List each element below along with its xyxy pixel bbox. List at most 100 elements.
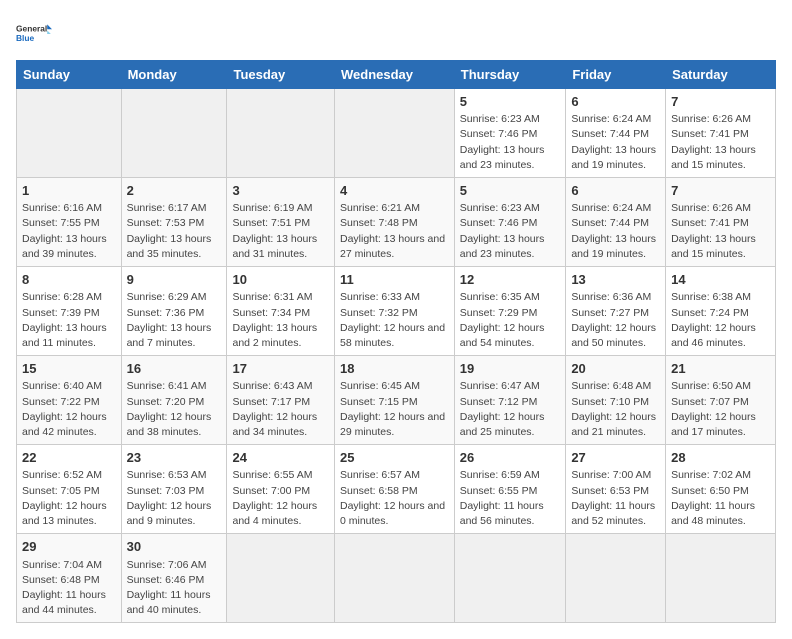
empty-cell [334,534,454,623]
calendar-cell-day-1: 1Sunrise: 6:16 AMSunset: 7:55 PMDaylight… [17,178,122,267]
cell-info: Sunrise: 6:26 AMSunset: 7:41 PMDaylight:… [671,112,770,173]
calendar-cell-day-3: 3Sunrise: 6:19 AMSunset: 7:51 PMDaylight… [227,178,335,267]
day-number: 5 [460,182,561,200]
cell-info: Sunrise: 6:55 AMSunset: 7:00 PMDaylight:… [232,468,329,529]
day-number: 2 [127,182,222,200]
day-number: 6 [571,182,660,200]
day-number: 9 [127,271,222,289]
cell-info: Sunrise: 6:57 AMSunset: 6:58 PMDaylight:… [340,468,449,529]
logo: General Blue [16,16,52,52]
day-number: 16 [127,360,222,378]
cell-info: Sunrise: 6:47 AMSunset: 7:12 PMDaylight:… [460,379,561,440]
empty-cell [334,89,454,178]
calendar-cell-day-26: 26Sunrise: 6:59 AMSunset: 6:55 PMDayligh… [454,445,566,534]
calendar-cell-day-16: 16Sunrise: 6:41 AMSunset: 7:20 PMDayligh… [121,356,227,445]
day-number: 21 [671,360,770,378]
calendar-cell-day-9: 9Sunrise: 6:29 AMSunset: 7:36 PMDaylight… [121,267,227,356]
calendar-cell-day-21: 21Sunrise: 6:50 AMSunset: 7:07 PMDayligh… [666,356,776,445]
cell-info: Sunrise: 6:23 AMSunset: 7:46 PMDaylight:… [460,112,561,173]
cell-info: Sunrise: 6:35 AMSunset: 7:29 PMDaylight:… [460,290,561,351]
cell-info: Sunrise: 6:26 AMSunset: 7:41 PMDaylight:… [671,201,770,262]
col-header-wednesday: Wednesday [334,61,454,89]
cell-info: Sunrise: 6:24 AMSunset: 7:44 PMDaylight:… [571,112,660,173]
cell-info: Sunrise: 6:19 AMSunset: 7:51 PMDaylight:… [232,201,329,262]
calendar-cell-day-30: 30 Sunrise: 7:06 AMSunset: 6:46 PMDayligh… [121,534,227,623]
cell-info: Sunrise: 7:06 AMSunset: 6:46 PMDaylight:… [127,558,222,619]
empty-cell [666,534,776,623]
header: General Blue [16,16,776,52]
day-number: 20 [571,360,660,378]
cell-info: Sunrise: 6:43 AMSunset: 7:17 PMDaylight:… [232,379,329,440]
calendar-cell-day-29: 29Sunrise: 7:04 AMSunset: 6:48 PMDayligh… [17,534,122,623]
day-number: 6 [571,93,660,111]
calendar-cell-day-25: 25Sunrise: 6:57 AMSunset: 6:58 PMDayligh… [334,445,454,534]
calendar-cell-day-4: 4Sunrise: 6:21 AMSunset: 7:48 PMDaylight… [334,178,454,267]
calendar-cell-day-15: 15Sunrise: 6:40 AMSunset: 7:22 PMDayligh… [17,356,122,445]
cell-info: Sunrise: 6:17 AMSunset: 7:53 PMDaylight:… [127,201,222,262]
calendar-cell-day-2: 2Sunrise: 6:17 AMSunset: 7:53 PMDaylight… [121,178,227,267]
cell-info: Sunrise: 6:33 AMSunset: 7:32 PMDaylight:… [340,290,449,351]
col-header-sunday: Sunday [17,61,122,89]
cell-info: Sunrise: 6:45 AMSunset: 7:15 PMDaylight:… [340,379,449,440]
day-number: 18 [340,360,449,378]
svg-text:Blue: Blue [16,33,35,43]
empty-cell [227,89,335,178]
cell-info: Sunrise: 6:59 AMSunset: 6:55 PMDaylight:… [460,468,561,529]
cell-info: Sunrise: 6:36 AMSunset: 7:27 PMDaylight:… [571,290,660,351]
calendar-header-row: SundayMondayTuesdayWednesdayThursdayFrid… [17,61,776,89]
cell-info: Sunrise: 6:52 AMSunset: 7:05 PMDaylight:… [22,468,116,529]
calendar-cell-day-6: 6Sunrise: 6:24 AMSunset: 7:44 PMDaylight… [566,89,666,178]
col-header-monday: Monday [121,61,227,89]
day-number: 25 [340,449,449,467]
day-number: 26 [460,449,561,467]
calendar-week-6: 29Sunrise: 7:04 AMSunset: 6:48 PMDayligh… [17,534,776,623]
calendar-cell-day-5: 5Sunrise: 6:23 AMSunset: 7:46 PMDaylight… [454,178,566,267]
day-number: 15 [22,360,116,378]
day-number: 17 [232,360,329,378]
calendar-cell-day-20: 20Sunrise: 6:48 AMSunset: 7:10 PMDayligh… [566,356,666,445]
calendar-cell-day-5: 5Sunrise: 6:23 AMSunset: 7:46 PMDaylight… [454,89,566,178]
cell-info: Sunrise: 6:31 AMSunset: 7:34 PMDaylight:… [232,290,329,351]
calendar-cell-day-22: 22Sunrise: 6:52 AMSunset: 7:05 PMDayligh… [17,445,122,534]
calendar-cell-day-28: 28Sunrise: 7:02 AMSunset: 6:50 PMDayligh… [666,445,776,534]
calendar-cell-day-24: 24Sunrise: 6:55 AMSunset: 7:00 PMDayligh… [227,445,335,534]
svg-text:General: General [16,24,47,34]
empty-cell [566,534,666,623]
cell-info: Sunrise: 6:23 AMSunset: 7:46 PMDaylight:… [460,201,561,262]
cell-info: Sunrise: 7:02 AMSunset: 6:50 PMDaylight:… [671,468,770,529]
day-number: 8 [22,271,116,289]
calendar-week-3: 8Sunrise: 6:28 AMSunset: 7:39 PMDaylight… [17,267,776,356]
calendar-cell-day-19: 19Sunrise: 6:47 AMSunset: 7:12 PMDayligh… [454,356,566,445]
empty-cell [454,534,566,623]
calendar-cell-day-27: 27Sunrise: 7:00 AMSunset: 6:53 PMDayligh… [566,445,666,534]
day-number: 29 [22,538,116,556]
day-number: 30 [127,538,222,556]
cell-info: Sunrise: 6:53 AMSunset: 7:03 PMDaylight:… [127,468,222,529]
col-header-saturday: Saturday [666,61,776,89]
calendar-week-2: 1Sunrise: 6:16 AMSunset: 7:55 PMDaylight… [17,178,776,267]
empty-cell [121,89,227,178]
day-number: 1 [22,182,116,200]
empty-cell [227,534,335,623]
cell-info: Sunrise: 6:40 AMSunset: 7:22 PMDaylight:… [22,379,116,440]
cell-info: Sunrise: 6:28 AMSunset: 7:39 PMDaylight:… [22,290,116,351]
day-number: 13 [571,271,660,289]
day-number: 5 [460,93,561,111]
cell-info: Sunrise: 6:38 AMSunset: 7:24 PMDaylight:… [671,290,770,351]
empty-cell [17,89,122,178]
day-number: 19 [460,360,561,378]
calendar-cell-day-7: 7Sunrise: 6:26 AMSunset: 7:41 PMDaylight… [666,89,776,178]
day-number: 28 [671,449,770,467]
calendar-table: SundayMondayTuesdayWednesdayThursdayFrid… [16,60,776,623]
day-number: 12 [460,271,561,289]
calendar-week-1: 5Sunrise: 6:23 AMSunset: 7:46 PMDaylight… [17,89,776,178]
cell-info: Sunrise: 7:00 AMSunset: 6:53 PMDaylight:… [571,468,660,529]
cell-info: Sunrise: 6:48 AMSunset: 7:10 PMDaylight:… [571,379,660,440]
calendar-cell-day-14: 14Sunrise: 6:38 AMSunset: 7:24 PMDayligh… [666,267,776,356]
day-number: 7 [671,182,770,200]
day-number: 10 [232,271,329,289]
cell-info: Sunrise: 6:41 AMSunset: 7:20 PMDaylight:… [127,379,222,440]
day-number: 24 [232,449,329,467]
cell-info: Sunrise: 6:50 AMSunset: 7:07 PMDaylight:… [671,379,770,440]
cell-info: Sunrise: 6:21 AMSunset: 7:48 PMDaylight:… [340,201,449,262]
